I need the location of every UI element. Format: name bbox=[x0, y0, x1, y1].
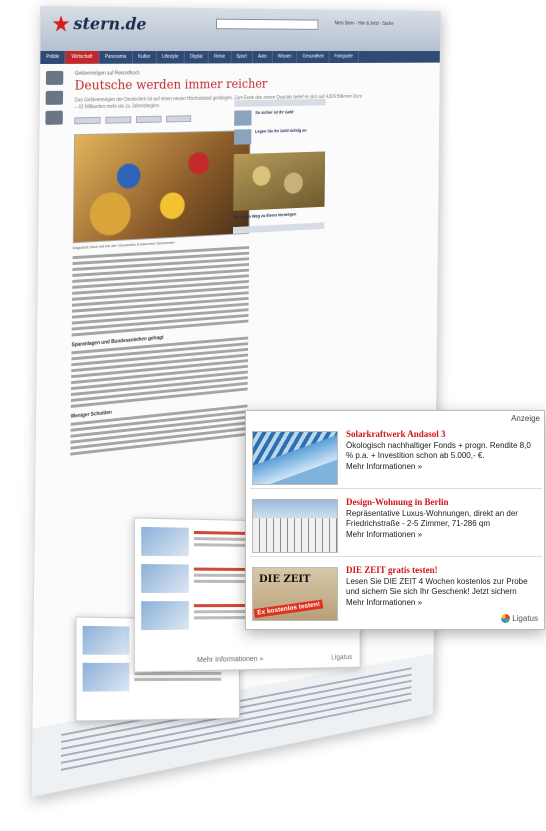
ad-title[interactable]: DIE ZEIT gratis testen! bbox=[346, 565, 540, 575]
ad-title[interactable]: Solarkraftwerk Andasol 3 bbox=[346, 429, 540, 439]
more-info-link[interactable]: Mehr Informationen » bbox=[346, 598, 540, 607]
ad-item[interactable]: Design-Wohnung in Berlin Repräsentative … bbox=[250, 493, 542, 557]
ad-item[interactable]: Solarkraftwerk Andasol 3 Ökologisch nach… bbox=[250, 425, 542, 489]
nav-item[interactable]: Panorama bbox=[99, 51, 133, 64]
menu-icon[interactable] bbox=[45, 70, 64, 85]
coins-image[interactable] bbox=[233, 151, 326, 211]
more-info-link[interactable]: Mehr Informationen » bbox=[346, 462, 540, 471]
right-column: So sicher ist Ihr Geld Legen Sie Ihr Gel… bbox=[232, 92, 326, 234]
related-title: Legen Sie Ihr Geld richtig an bbox=[255, 127, 307, 134]
nav-item[interactable]: Auto bbox=[252, 51, 273, 64]
related-title: So sicher ist Ihr Geld bbox=[255, 109, 294, 115]
nav-item[interactable]: Wirtschaft bbox=[65, 51, 100, 64]
facebook-button[interactable] bbox=[74, 116, 101, 125]
ad-description: Lesen Sie DIE ZEIT 4 Wochen kostenlos zu… bbox=[346, 577, 528, 596]
article-headline: Deutsche werden immer reicher bbox=[74, 77, 268, 94]
print-icon[interactable] bbox=[45, 110, 63, 125]
ad-description: Repräsentative Luxus-Wohnungen, direkt a… bbox=[346, 509, 518, 528]
ligatus-ad-box: Anzeige Solarkraftwerk Andasol 3 Ökologi… bbox=[245, 410, 545, 630]
article-image[interactable] bbox=[72, 130, 251, 244]
ad-description: Ökologisch nachhaltiger Fonds + progn. R… bbox=[346, 441, 531, 460]
zeit-banner: Ex kostenlos testen! bbox=[253, 599, 324, 618]
zeit-image[interactable]: DIE ZEIT Ex kostenlos testen! bbox=[252, 567, 338, 621]
ligatus-brand[interactable]: Ligatus bbox=[501, 614, 538, 623]
header-search-input[interactable] bbox=[216, 18, 319, 30]
email-button[interactable] bbox=[165, 115, 192, 123]
side-toolbar bbox=[45, 70, 67, 131]
star-logo-icon bbox=[52, 15, 69, 33]
nav-item[interactable]: Gesundheit bbox=[297, 51, 330, 64]
ligatus-text: Ligatus bbox=[512, 614, 538, 623]
screenshot-stage: stern.de Mein Stern · Hier & Jetzt · Suc… bbox=[0, 0, 546, 831]
google-plus-button[interactable] bbox=[135, 115, 162, 124]
nav-item[interactable]: Fotografie bbox=[329, 51, 359, 63]
thumbnail bbox=[233, 129, 252, 145]
nav-item[interactable]: Sport bbox=[231, 51, 253, 64]
site-header: stern.de Mein Stern · Hier & Jetzt · Suc… bbox=[40, 7, 441, 52]
ad-title[interactable]: Design-Wohnung in Berlin bbox=[346, 497, 540, 507]
nav-item[interactable]: Digital bbox=[184, 51, 209, 64]
logo-text: stern.de bbox=[73, 14, 147, 35]
zeit-logo: DIE ZEIT bbox=[259, 574, 311, 585]
solar-plant-image[interactable] bbox=[252, 431, 338, 485]
nav-item[interactable]: Reise bbox=[208, 51, 232, 64]
coins-caption[interactable]: Der beste Weg zu Ihrem Vermögen bbox=[233, 210, 324, 220]
share-icon[interactable] bbox=[45, 90, 64, 105]
building-image[interactable] bbox=[252, 499, 338, 553]
main-nav: Politik Wirtschaft Panorama Kultur Lifes… bbox=[40, 51, 440, 65]
ad-label: Anzeige bbox=[511, 414, 540, 423]
more-info-link[interactable]: Mehr Informationen » bbox=[197, 656, 263, 664]
article-body: Sparanlagen und Bundesanleihen gefragt W… bbox=[70, 246, 250, 456]
nav-item[interactable]: Kultur bbox=[132, 51, 157, 64]
nav-item[interactable]: Politik bbox=[40, 51, 66, 65]
ligatus-brand: Ligatus bbox=[331, 654, 353, 662]
twitter-button[interactable] bbox=[105, 116, 132, 124]
section-header bbox=[234, 98, 326, 107]
thumbnail bbox=[234, 110, 252, 126]
header-links[interactable]: Mein Stern · Hier & Jetzt · Suche bbox=[335, 21, 394, 27]
related-item[interactable]: Legen Sie Ihr Geld richtig an bbox=[233, 127, 325, 145]
related-item[interactable]: So sicher ist Ihr Geld bbox=[234, 109, 325, 126]
more-info-link[interactable]: Mehr Informationen » bbox=[346, 530, 540, 539]
ligatus-logo-icon bbox=[501, 614, 511, 623]
nav-item[interactable]: Lifestyle bbox=[156, 51, 185, 64]
site-logo[interactable]: stern.de bbox=[52, 14, 147, 35]
nav-item[interactable]: Wissen bbox=[272, 51, 298, 64]
ad-item[interactable]: DIE ZEIT Ex kostenlos testen! DIE ZEIT g… bbox=[250, 561, 542, 625]
